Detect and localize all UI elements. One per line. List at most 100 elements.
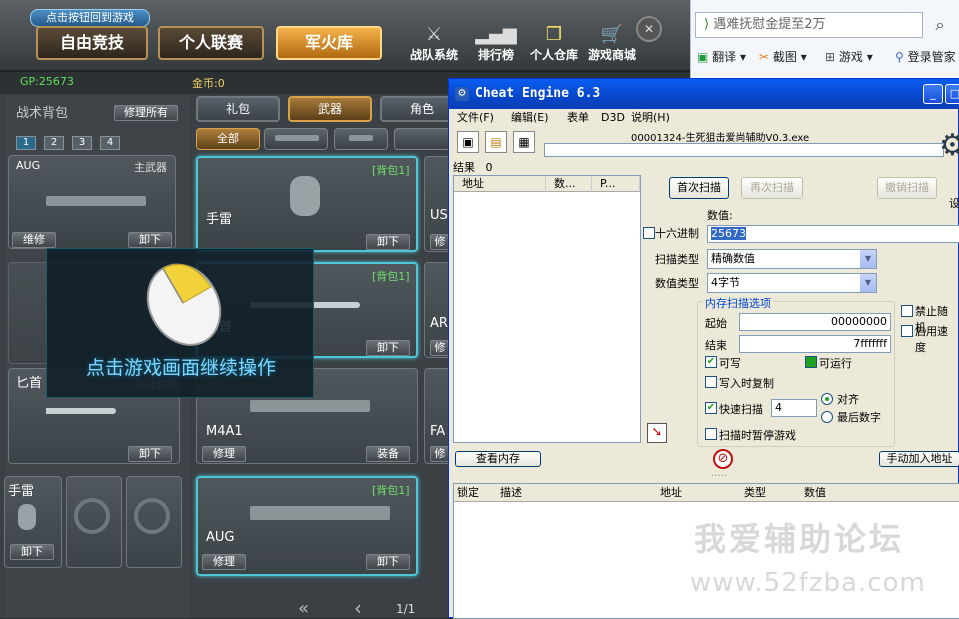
unload-button[interactable]: 卸下 [10, 544, 54, 560]
prev-page-button[interactable]: ‹ [354, 596, 362, 618]
first-scan-button[interactable]: 首次扫描 [669, 177, 729, 199]
filter-rifle[interactable] [264, 128, 328, 150]
menu-help[interactable]: 说明(H) [631, 109, 670, 127]
results-list[interactable]: 地址 数... P... [453, 175, 641, 443]
pistol-icon [349, 135, 373, 141]
value-type-select[interactable]: 4字节 ▼ [707, 273, 877, 293]
save-icon[interactable]: ▦ [513, 131, 535, 153]
column-value[interactable]: 数... [546, 176, 592, 192]
repair-button[interactable]: 修理 [202, 554, 246, 570]
equip-button[interactable]: 装备 [366, 446, 410, 462]
nav-ranking[interactable]: ▂▄▆ 排行榜 [466, 24, 526, 63]
nav-shop[interactable]: 🛒 游戏商城 [582, 24, 642, 63]
repair-button[interactable]: 修 [430, 446, 450, 462]
page-1-button[interactable]: 1 [16, 136, 36, 150]
undo-scan-button[interactable]: 撤销扫描 [877, 177, 937, 199]
search-input[interactable]: ⟩ 遇难抚慰金提至2万 [695, 12, 923, 38]
scan-type-select[interactable]: 精确数值 ▼ [707, 249, 877, 269]
value-input[interactable]: 25673 [707, 225, 959, 243]
pause-game-checkbox[interactable] [705, 428, 717, 440]
view-memory-button[interactable]: 查看内存 [455, 451, 541, 467]
pause-game-label: 扫描时暂停游戏 [719, 429, 796, 442]
executable-checkbox[interactable] [805, 356, 817, 368]
speedhack-checkbox[interactable] [901, 325, 913, 337]
tab-armory[interactable]: 军火库 [276, 26, 382, 60]
add-address-manually-button[interactable]: 手动加入地址 [879, 451, 959, 467]
writable-checkbox[interactable]: ✔ [705, 356, 717, 368]
close-icon[interactable]: ✕ [636, 16, 662, 42]
unload-button[interactable]: 卸下 [366, 340, 410, 356]
value-type-label: 数值类型 [655, 277, 699, 290]
page-4-button[interactable]: 4 [100, 136, 120, 150]
bookmark-translate[interactable]: ▣ 翻译 ▾ [697, 48, 746, 65]
menu-table[interactable]: 表单 [567, 109, 589, 127]
fast-scan-checkbox[interactable]: ✔ [705, 402, 717, 414]
repair-button[interactable]: 修 [430, 234, 450, 250]
team-icon: ⚔ [425, 24, 443, 45]
column-previous[interactable]: P... [592, 176, 640, 192]
repair-all-button[interactable]: 修理所有 [114, 105, 178, 121]
menu-file[interactable]: 文件(F) [457, 109, 494, 127]
page-2-button[interactable]: 2 [44, 136, 64, 150]
column-address[interactable]: 地址 [660, 484, 744, 502]
unload-button[interactable]: 卸下 [128, 446, 172, 462]
unload-button[interactable]: 卸下 [366, 554, 410, 570]
menu-d3d[interactable]: D3D [601, 109, 625, 127]
value-text: 25673 [711, 227, 746, 240]
filter-all[interactable]: 全部 [196, 128, 260, 150]
address-table[interactable]: 锁定 描述 地址 类型 数值 我爱辅助论坛 www.52fzba.com [453, 483, 959, 619]
bookmark-screenshot[interactable]: ✂ 截图 ▾ [759, 48, 807, 65]
category-weapon[interactable]: 武器 [288, 96, 372, 122]
bookmark-login[interactable]: ⚲ 登录管家 [895, 48, 956, 65]
repair-button[interactable]: 维修 [12, 232, 56, 248]
unload-button[interactable]: 卸下 [366, 234, 410, 250]
search-icon[interactable]: ⌕ [925, 12, 955, 38]
menu-edit[interactable]: 编辑(E) [511, 109, 549, 127]
fast-scan-alignment-input[interactable]: 4 [771, 399, 817, 417]
box-icon: ❒ [545, 24, 563, 45]
resume-game-overlay[interactable]: 点击游戏画面继续操作 [46, 248, 314, 398]
filter-pistol[interactable] [334, 128, 388, 150]
unload-button[interactable]: 卸下 [128, 232, 172, 248]
value-label: 数值: [707, 209, 733, 222]
splitter-icon[interactable]: ····· [711, 471, 727, 482]
repair-button[interactable]: 修理 [202, 446, 246, 462]
minimize-icon[interactable]: _ [923, 84, 943, 104]
repair-button[interactable]: 修 [430, 340, 450, 356]
bookmark-games[interactable]: ⊞ 游戏 ▾ [825, 48, 873, 65]
nav-team-system[interactable]: ⚔ 战队系统 [404, 24, 464, 63]
filter-sniper[interactable] [394, 128, 450, 150]
pointer-arrow-icon[interactable]: ➘ [647, 423, 667, 443]
end-label: 结束 [705, 339, 727, 352]
select-process-icon[interactable]: ▣ [457, 131, 479, 153]
grenade-icon [18, 504, 36, 530]
writable-label: 可写 [719, 357, 741, 370]
search-leaf-icon: ⟩ [704, 17, 710, 32]
copy-on-write-checkbox[interactable] [705, 376, 717, 388]
hex-checkbox[interactable] [643, 227, 655, 239]
page-3-button[interactable]: 3 [72, 136, 92, 150]
return-to-game-hint[interactable]: 点击按钮回到游戏 [30, 9, 150, 27]
open-folder-icon[interactable]: ▤ [485, 131, 507, 153]
nav-personal-warehouse[interactable]: ❒ 个人仓库 [524, 24, 584, 63]
column-value[interactable]: 数值 [804, 484, 959, 502]
column-description[interactable]: 描述 [500, 484, 660, 502]
stop-icon[interactable]: ⊘ [713, 449, 733, 469]
column-lock[interactable]: 锁定 [454, 484, 500, 502]
nav-label: 战队系统 [409, 48, 458, 62]
maximize-icon[interactable]: □ [945, 84, 959, 104]
column-address[interactable]: 地址 [454, 176, 546, 192]
tab-personal-league[interactable]: 个人联赛 [158, 26, 264, 60]
end-address-input[interactable]: 7fffffff [739, 335, 891, 353]
last-digits-radio[interactable] [821, 411, 833, 423]
align-radio[interactable] [821, 393, 833, 405]
settings-gear-icon[interactable]: ⚙ [939, 131, 959, 161]
window-title-bar[interactable]: Cheat Engine 6.3 [449, 79, 959, 109]
no-random-checkbox[interactable] [901, 305, 913, 317]
start-address-input[interactable]: 00000000 [739, 313, 891, 331]
next-scan-button[interactable]: 再次扫描 [741, 177, 803, 199]
tab-free-battle[interactable]: 自由竞技 [36, 26, 148, 60]
category-gift[interactable]: 礼包 [196, 96, 280, 122]
column-type[interactable]: 类型 [744, 484, 804, 502]
first-page-button[interactable]: « [298, 598, 309, 618]
